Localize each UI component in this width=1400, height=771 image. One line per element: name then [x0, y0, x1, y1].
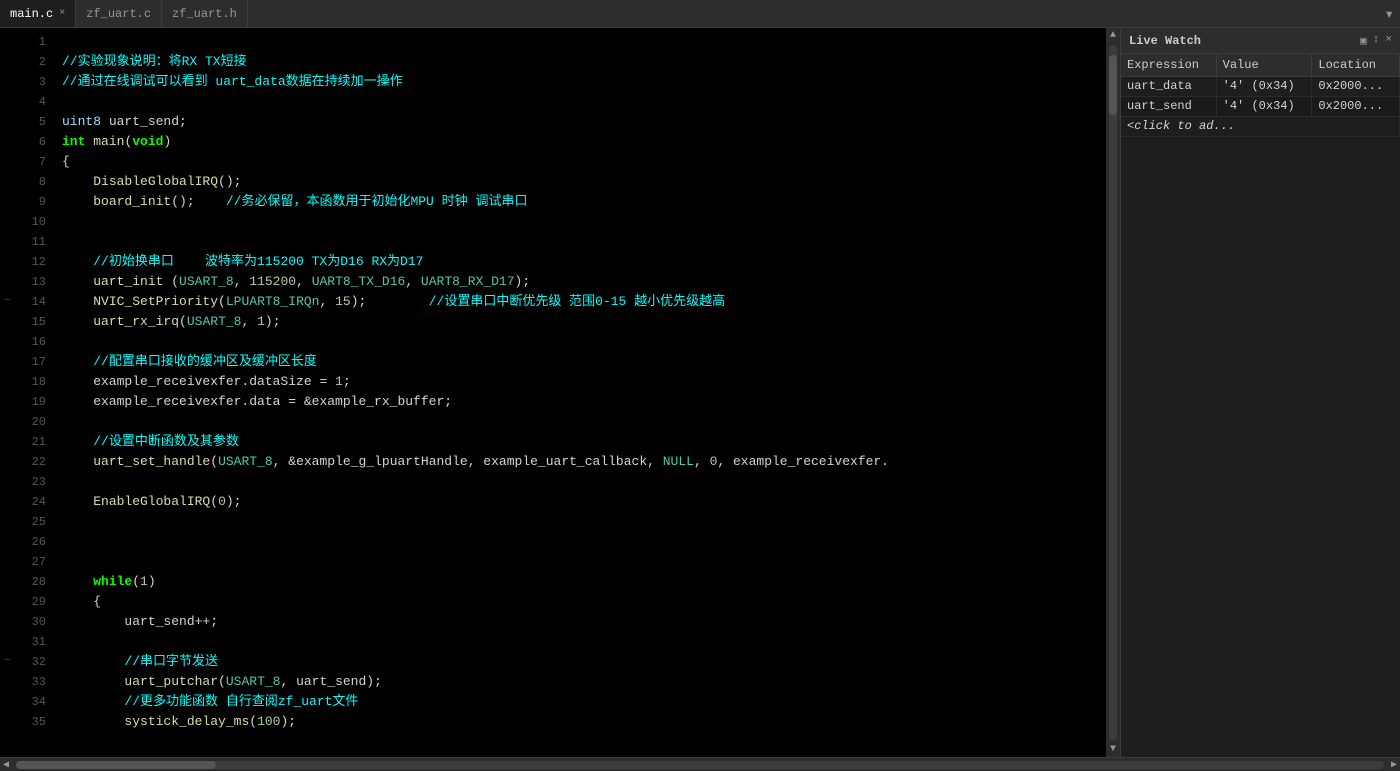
watch-row-1: uart_send '4' (0x34) 0x2000... — [1121, 96, 1400, 116]
watch-row-add[interactable]: <click to ad... — [1121, 116, 1400, 136]
live-watch-close-button[interactable]: × — [1385, 34, 1392, 48]
scroll-right-arrow[interactable]: ▶ — [1388, 759, 1400, 771]
tab-label-main: main.c — [10, 7, 53, 21]
tab-label-zf-uart-h: zf_uart.h — [172, 7, 237, 21]
watch-expr-1[interactable]: uart_send — [1121, 96, 1216, 116]
collapse-1[interactable]: − — [0, 292, 14, 312]
editor-area: − − 12345 678910 1112131415 1617181920 2… — [0, 28, 1120, 757]
watch-value-0: '4' (0x34) — [1216, 76, 1312, 96]
scroll-down-arrow[interactable]: ▼ — [1108, 742, 1118, 757]
live-watch-float-button[interactable]: ↕ — [1373, 34, 1380, 48]
live-watch-table: Expression Value Location uart_data '4' … — [1121, 54, 1400, 137]
main-area: − − 12345 678910 1112131415 1617181920 2… — [0, 28, 1400, 757]
watch-add-expression[interactable]: <click to ad... — [1121, 116, 1400, 136]
watch-expr-0[interactable]: uart_data — [1121, 76, 1216, 96]
live-watch-header: Live Watch ▣ ↕ × — [1121, 28, 1400, 54]
live-watch-controls: ▣ ↕ × — [1360, 34, 1392, 48]
collapse-gutter[interactable]: − − — [0, 28, 14, 757]
tab-label-zf-uart-c: zf_uart.c — [86, 7, 151, 21]
line-numbers: 12345 678910 1112131415 1617181920 21222… — [14, 28, 54, 757]
watch-loc-1: 0x2000... — [1312, 96, 1400, 116]
col-value: Value — [1216, 54, 1312, 76]
watch-value-1: '4' (0x34) — [1216, 96, 1312, 116]
live-watch-panel: Live Watch ▣ ↕ × Expression Value Locati… — [1120, 28, 1400, 757]
tab-overflow-button[interactable]: ▾ — [1384, 4, 1400, 24]
bottom-bar: ◀ ▶ — [0, 757, 1400, 771]
live-watch-title: Live Watch — [1129, 34, 1201, 48]
scroll-up-arrow[interactable]: ▲ — [1108, 28, 1118, 43]
col-location: Location — [1312, 54, 1400, 76]
vertical-scrollbar[interactable]: ▲ ▼ — [1106, 28, 1120, 757]
code-editor[interactable]: //实验现象说明：将RX TX短接 //通过在线调试可以看到 uart_data… — [54, 28, 1106, 757]
tab-bar: main.c × zf_uart.c zf_uart.h ▾ — [0, 0, 1400, 28]
horizontal-scrollbar-thumb[interactable] — [16, 761, 216, 769]
scrollbar-thumb[interactable] — [1109, 55, 1117, 115]
col-expression: Expression — [1121, 54, 1216, 76]
horizontal-scrollbar-track[interactable] — [16, 761, 1384, 769]
tab-zf-uart-h[interactable]: zf_uart.h — [162, 0, 248, 27]
live-watch-pin-button[interactable]: ▣ — [1360, 34, 1367, 48]
scroll-left-arrow[interactable]: ◀ — [0, 759, 12, 771]
scrollbar-track[interactable] — [1109, 45, 1117, 740]
tab-zf-uart-c[interactable]: zf_uart.c — [76, 0, 162, 27]
collapse-2[interactable]: − — [0, 652, 14, 672]
watch-row-0: uart_data '4' (0x34) 0x2000... — [1121, 76, 1400, 96]
tab-main-c[interactable]: main.c × — [0, 0, 76, 27]
tab-close-main[interactable]: × — [59, 8, 65, 19]
watch-loc-0: 0x2000... — [1312, 76, 1400, 96]
